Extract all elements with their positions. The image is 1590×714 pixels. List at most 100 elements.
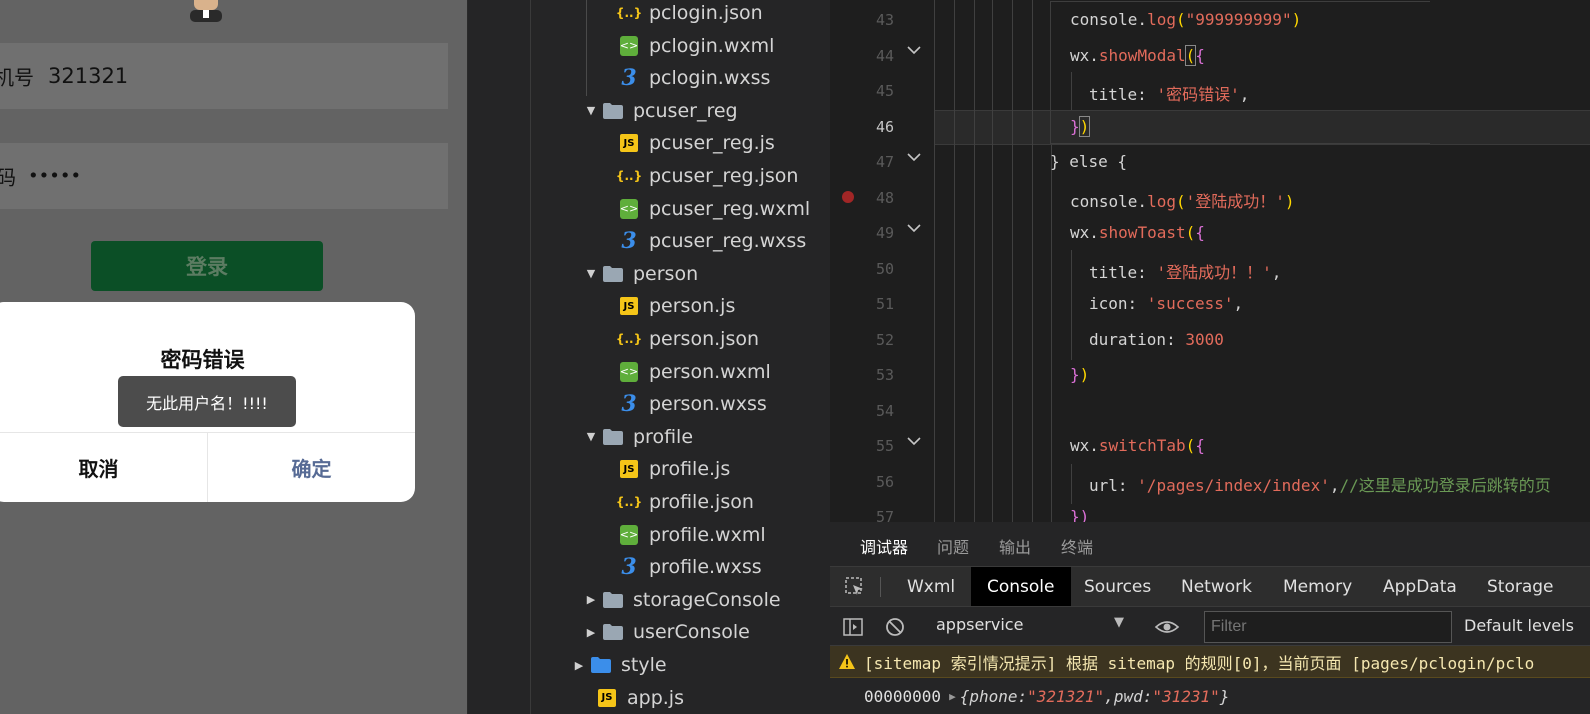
tree-item[interactable]: 3 pcuser_reg.wxss <box>618 225 806 257</box>
modal-cancel-button[interactable]: 取消 <box>0 433 207 502</box>
phone-row[interactable]: 机号 321321 <box>0 43 448 109</box>
subtab-memory[interactable]: Memory <box>1267 567 1368 607</box>
tree-item[interactable]: {..} pcuser_reg.json <box>616 160 799 192</box>
tree-item[interactable]: ▼ pcuser_reg <box>580 95 738 127</box>
console-log-row[interactable]: 00000000 ▶ { phone: "321321" , pwd: "312… <box>830 679 1590 714</box>
tree-item[interactable]: <> profile.wxml <box>618 519 766 551</box>
code-editor[interactable]: 43 44 45 46 47 48 49 50 51 52 53 54 55 56 57 console.l… <box>830 0 1590 522</box>
chevron-right-icon[interactable]: ▶ <box>580 626 602 639</box>
tree-item[interactable]: {..} pclogin.json <box>616 0 763 29</box>
tab-terminal[interactable]: 终端 <box>1061 534 1093 558</box>
tree-item[interactable]: ▶ style <box>568 649 667 681</box>
context-select-value: appservice <box>936 615 1024 634</box>
code-line-53[interactable]: }) <box>1070 365 1089 384</box>
chevron-right-icon[interactable]: ▶ <box>580 593 602 606</box>
tree-item[interactable]: JS app.js <box>596 682 684 714</box>
code-line-52[interactable]: duration: 3000 <box>1089 330 1224 349</box>
subtab-console[interactable]: Console <box>971 567 1071 607</box>
breakpoint-marker[interactable] <box>842 191 854 203</box>
tree-item[interactable]: 3 profile.wxss <box>618 551 761 583</box>
fold-chevron-icon[interactable] <box>906 220 922 236</box>
code-line-48[interactable]: console.log('登陆成功！') <box>1070 188 1295 212</box>
fold-chevron-icon[interactable] <box>906 433 922 449</box>
code-line-43[interactable]: console.log("999999999") <box>1070 10 1301 29</box>
log-obj-separator: , <box>1104 687 1114 706</box>
eye-icon[interactable] <box>1154 616 1180 638</box>
code-line-47[interactable]: } else { <box>1050 152 1127 171</box>
chevron-down-icon[interactable]: ▼ <box>580 104 602 117</box>
modal-confirm-button[interactable]: 确定 <box>208 433 415 502</box>
tree-item[interactable]: {..} person.json <box>615 323 759 355</box>
tab-problems[interactable]: 问题 <box>937 534 969 558</box>
indent-guide <box>1032 0 1033 522</box>
chevron-right-icon[interactable]: ▶ <box>568 659 590 672</box>
js-file-icon: JS <box>620 460 638 479</box>
inspect-element-icon[interactable] <box>844 576 866 598</box>
password-value[interactable]: ••••• <box>28 166 81 187</box>
fold-chevron-icon[interactable] <box>906 42 922 58</box>
code-line-51[interactable]: icon: 'success', <box>1089 294 1243 313</box>
tree-item[interactable]: JS profile.js <box>618 453 730 485</box>
phone-value[interactable]: 321321 <box>48 64 128 88</box>
folder-open-icon <box>602 426 624 448</box>
login-button[interactable]: 登录 <box>91 241 323 291</box>
subtab-network[interactable]: Network <box>1165 567 1268 607</box>
chevron-down-icon[interactable]: ▼ <box>580 430 602 443</box>
code-line-46[interactable]: }) <box>1070 116 1091 137</box>
tree-item-label: profile.js <box>649 458 731 481</box>
warning-text: [sitemap 索引情况提示] 根据 sitemap 的规则[0]，当前页面 … <box>864 653 1535 673</box>
wxml-file-icon: <> <box>620 524 638 545</box>
tree-item[interactable]: ▼ profile <box>580 421 693 453</box>
code-line-55[interactable]: wx.switchTab({ <box>1070 436 1205 455</box>
sidebar-toggle-icon[interactable] <box>842 616 864 638</box>
tree-item[interactable]: {..} profile.json <box>616 486 754 518</box>
tree-item[interactable]: JS person.js <box>618 290 735 322</box>
subtab-sources[interactable]: Sources <box>1068 567 1167 607</box>
indent-guide <box>1012 0 1013 522</box>
modal-title: 密码错误 <box>160 348 245 372</box>
wxml-file-icon: <> <box>620 198 638 219</box>
line-number: 53 <box>875 366 894 384</box>
tree-item[interactable]: 3 person.wxss <box>618 388 766 420</box>
phone-label: 机号 <box>0 65 34 90</box>
code-line-56[interactable]: url: '/pages/index/index',//这里是成功登录后跳转的页 <box>1089 472 1551 496</box>
clear-console-icon[interactable] <box>884 616 906 638</box>
wxss-file-icon: 3 <box>621 554 637 581</box>
chevron-down-icon[interactable]: ▼ <box>580 267 602 280</box>
tab-output[interactable]: 输出 <box>999 534 1031 558</box>
avatar-icon <box>190 0 222 22</box>
tree-item[interactable]: <> person.wxml <box>618 356 771 388</box>
json-file-icon: {..} <box>615 332 643 346</box>
wxss-file-icon: 3 <box>621 391 637 418</box>
folder-icon <box>602 621 624 643</box>
code-line-49[interactable]: wx.showToast({ <box>1070 223 1205 242</box>
dropdown-arrow-icon: ▼ <box>1114 615 1124 630</box>
tree-item[interactable]: ▶ userConsole <box>580 616 750 648</box>
code-line-50[interactable]: title: '登陆成功！！', <box>1089 259 1281 283</box>
log-levels-dropdown[interactable]: Default levels <box>1464 616 1574 635</box>
password-row[interactable]: 码 ••••• <box>0 143 448 209</box>
console-warning-row[interactable]: [sitemap 索引情况提示] 根据 sitemap 的规则[0]，当前页面 … <box>830 646 1590 678</box>
fold-chevron-icon[interactable] <box>906 149 922 165</box>
code-line-57[interactable]: }) <box>1070 507 1089 522</box>
tree-item[interactable]: <> pcuser_reg.wxml <box>618 193 810 225</box>
context-select[interactable]: appservice ▼ <box>936 615 1136 639</box>
warning-icon <box>839 653 855 669</box>
tree-item[interactable]: <> pclogin.wxml <box>618 30 775 62</box>
expand-arrow-icon[interactable]: ▶ <box>949 690 956 703</box>
tab-debugger[interactable]: 调试器 <box>860 534 909 568</box>
code-line-44[interactable]: wx.showModal({ <box>1070 45 1205 66</box>
console-filter-input[interactable] <box>1204 611 1452 643</box>
tree-indent-guide <box>586 0 587 96</box>
line-number: 56 <box>875 472 894 491</box>
log-prefix: 00000000 <box>864 687 942 706</box>
tree-item[interactable]: 3 pclogin.wxss <box>618 62 770 94</box>
tree-item[interactable]: ▼ person <box>580 258 698 290</box>
tree-item[interactable]: ▶ storageConsole <box>580 584 781 616</box>
line-number: 47 <box>875 153 894 171</box>
subtab-wxml[interactable]: Wxml <box>891 567 971 607</box>
tree-item[interactable]: JS pcuser_reg.js <box>618 127 775 159</box>
code-line-45[interactable]: title: '密码错误', <box>1089 81 1249 105</box>
subtab-appdata[interactable]: AppData <box>1367 567 1473 607</box>
subtab-storage[interactable]: Storage <box>1471 567 1570 607</box>
